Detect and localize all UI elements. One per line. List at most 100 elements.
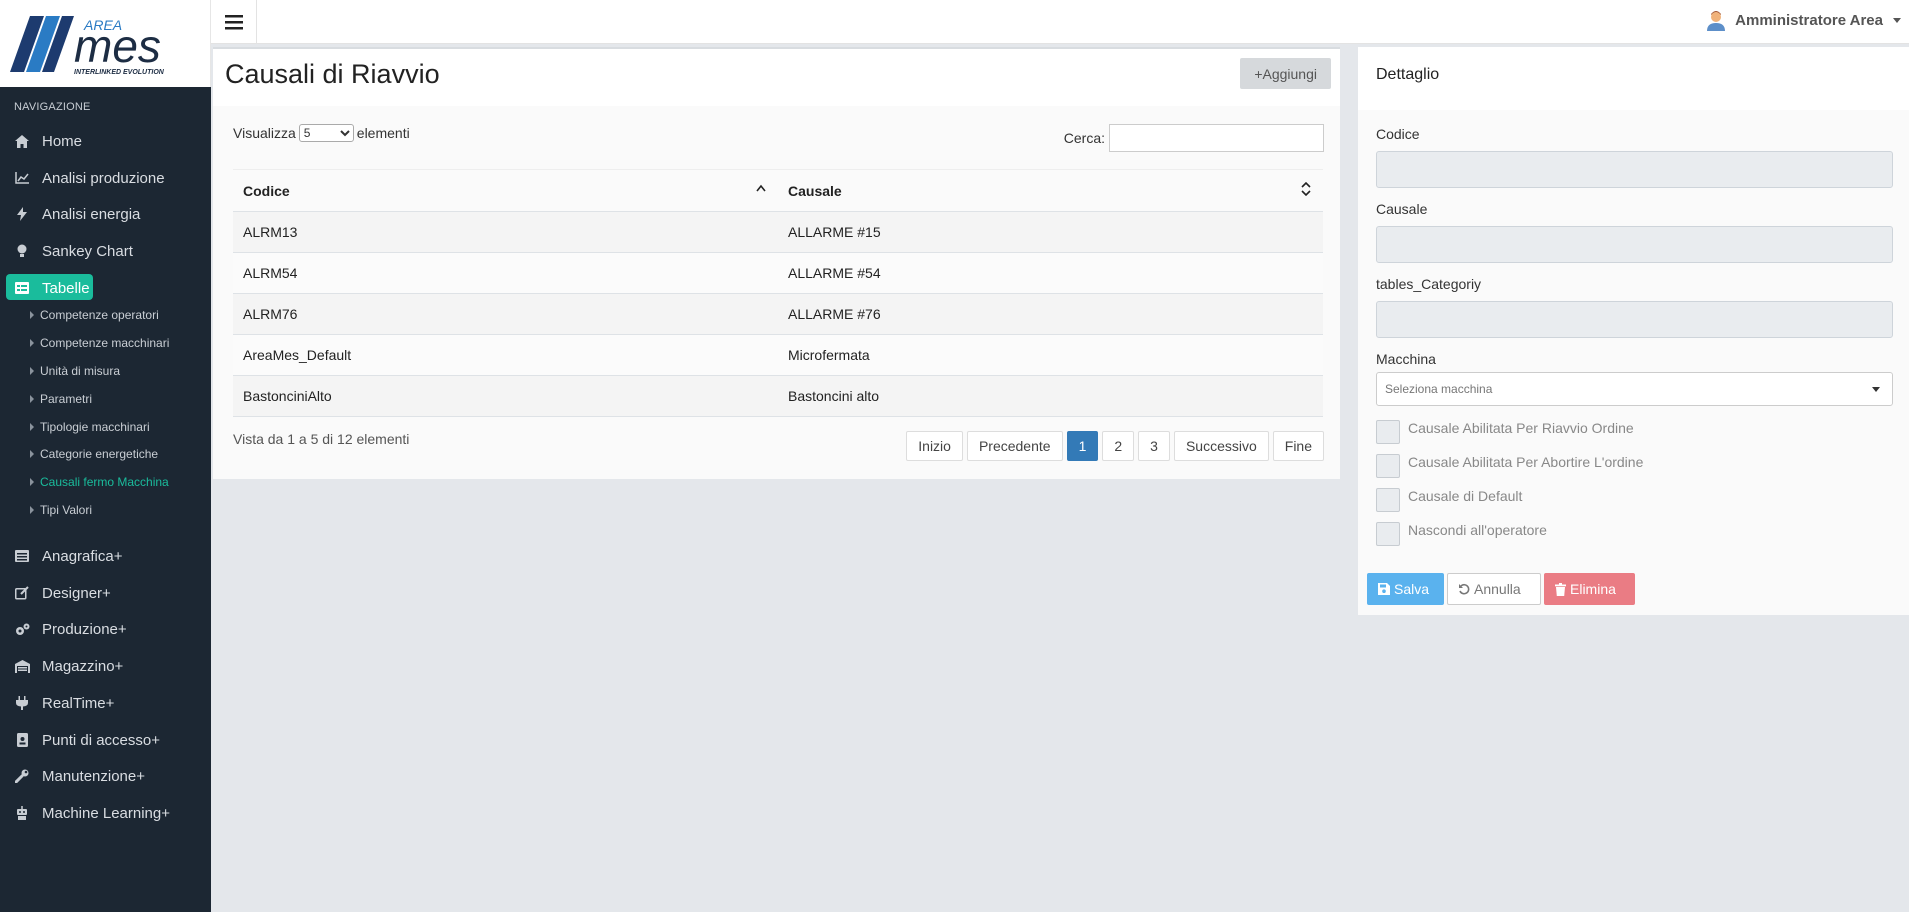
checkbox-label: Nascondi all'operatore: [1408, 522, 1547, 538]
sidebar-item-realtime[interactable]: RealTime+: [0, 688, 211, 718]
page-next-button[interactable]: Successivo: [1173, 431, 1269, 461]
sidebar-item-manutenzione[interactable]: Manutenzione+: [0, 761, 211, 791]
checkbox-default[interactable]: [1376, 488, 1400, 512]
cell-causale: Bastoncini alto: [778, 375, 1323, 417]
sidebar-item-sankey-chart[interactable]: Sankey Chart: [0, 236, 211, 266]
warehouse-icon: [14, 658, 30, 674]
page-first-button[interactable]: Inizio: [906, 431, 963, 461]
table-row[interactable]: BastonciniAlto Bastoncini alto: [233, 375, 1323, 417]
checkbox-riavvio-ordine[interactable]: [1376, 420, 1400, 444]
cancel-button[interactable]: Annulla: [1447, 573, 1541, 605]
main-panel: Causali di Riavvio +Aggiungi Visualizza …: [213, 47, 1340, 479]
codice-field[interactable]: [1376, 151, 1893, 188]
column-header-causale[interactable]: Causale: [778, 169, 1323, 212]
length-prefix: Visualizza: [233, 125, 296, 141]
save-button[interactable]: Salva: [1367, 573, 1444, 605]
checkbox-abortire-ordine[interactable]: [1376, 454, 1400, 478]
cell-causale: Microfermata: [778, 334, 1323, 376]
panel-header: Causali di Riavvio +Aggiungi: [213, 49, 1340, 106]
sidebar-item-analisi-energia[interactable]: Analisi energia: [0, 199, 211, 229]
lightbulb-icon: [14, 243, 30, 259]
pagination: Inizio Precedente 1 2 3 Successivo Fine: [902, 431, 1324, 461]
sidebar-item-machine-learning[interactable]: Machine Learning+: [0, 798, 211, 828]
line-chart-icon: [14, 170, 30, 186]
page-2-button[interactable]: 2: [1102, 431, 1135, 461]
sidebar-subitem-unita-di-misura[interactable]: Unità di misura: [30, 360, 120, 382]
sidebar-subitem-competenze-operatori[interactable]: Competenze operatori: [30, 304, 159, 326]
add-button[interactable]: +Aggiungi: [1240, 58, 1331, 89]
sort-both-icon: [1301, 182, 1311, 196]
page-length-select[interactable]: 5: [298, 124, 354, 142]
sidebar-item-produzione[interactable]: Produzione+: [0, 614, 211, 644]
page-last-button[interactable]: Fine: [1272, 431, 1324, 461]
checkbox-label: Causale di Default: [1408, 488, 1523, 504]
edit-icon: [14, 585, 30, 601]
length-suffix: elementi: [356, 125, 410, 141]
home-icon: [14, 133, 30, 149]
table-row[interactable]: ALRM13 ALLARME #15: [233, 211, 1323, 253]
delete-button[interactable]: Elimina: [1544, 573, 1635, 605]
wrench-icon: [14, 768, 30, 784]
causale-field[interactable]: [1376, 226, 1893, 263]
column-header-codice[interactable]: Codice: [233, 169, 778, 212]
page-prev-button[interactable]: Precedente: [966, 431, 1063, 461]
machine-select-placeholder: Seleziona macchina: [1385, 382, 1493, 396]
detail-panel: Dettaglio Codice Causale tables_Categori…: [1358, 47, 1909, 615]
sidebar-item-label: Anagrafica+: [42, 547, 123, 565]
chevron-down-icon: [1872, 387, 1880, 392]
sidebar-subitem-tipi-valori[interactable]: Tipi Valori: [30, 499, 92, 521]
sidebar-item-label: Tabelle: [42, 279, 90, 297]
sidebar-item-magazzino[interactable]: Magazzino+: [0, 651, 211, 681]
category-field[interactable]: [1376, 301, 1893, 338]
causale-label: Causale: [1376, 201, 1428, 217]
sidebar-subitem-tipologie-macchinari[interactable]: Tipologie macchinari: [30, 416, 150, 438]
topbar: Amministratore Area: [211, 0, 1909, 44]
sidebar-item-punti-di-accesso[interactable]: Punti di accesso+: [0, 725, 211, 755]
table-row[interactable]: ALRM54 ALLARME #54: [233, 252, 1323, 294]
page-3-button[interactable]: 3: [1138, 431, 1170, 461]
areames-logo-icon: AREA mes INTERLINKED EVOLUTION: [10, 16, 165, 76]
search-input[interactable]: [1109, 124, 1324, 152]
data-table: Codice Causale ALRM13 ALLARME #15 ALRM54 A…: [233, 169, 1323, 417]
machine-select[interactable]: Seleziona macchina: [1376, 372, 1893, 406]
user-menu[interactable]: Amministratore Area: [1705, 0, 1901, 40]
sidebar-subitem-causali-fermo-macchina[interactable]: Causali fermo Macchina: [30, 471, 169, 493]
cell-codice: ALRM13: [233, 211, 778, 253]
sidebar-item-home[interactable]: Home: [0, 126, 211, 156]
bolt-icon: [14, 206, 30, 222]
user-avatar-icon: [1707, 11, 1726, 31]
nav-section-title: NAVIGAZIONE: [14, 101, 91, 113]
sidebar-subitem-competenze-macchinari[interactable]: Competenze macchinari: [30, 332, 169, 354]
sidebar-item-label: Magazzino+: [42, 657, 124, 675]
floppy-disk-icon: [1378, 583, 1390, 595]
cell-causale: ALLARME #76: [778, 293, 1323, 335]
table-row[interactable]: AreaMes_Default Microfermata: [233, 334, 1323, 376]
table-info: Vista da 1 a 5 di 12 elementi: [233, 431, 410, 447]
checkbox-nascondi-operatore[interactable]: [1376, 522, 1400, 546]
sidebar-subitem-parametri[interactable]: Parametri: [30, 388, 92, 410]
search-control: Cerca:: [1064, 124, 1324, 152]
id-badge-icon: [14, 732, 30, 748]
logo[interactable]: AREA mes INTERLINKED EVOLUTION: [0, 0, 211, 87]
sidebar-item-label: RealTime+: [42, 694, 115, 712]
sidebar-item-designer[interactable]: Designer+: [0, 578, 211, 608]
codice-label: Codice: [1376, 126, 1420, 142]
sidebar-item-anagrafica[interactable]: Anagrafica+: [0, 541, 211, 571]
category-label: tables_Categoriy: [1376, 276, 1482, 292]
cell-codice: ALRM76: [233, 293, 778, 335]
chevron-down-icon: [1893, 17, 1901, 23]
cell-causale: ALLARME #54: [778, 252, 1323, 294]
search-label: Cerca:: [1063, 130, 1105, 146]
sidebar-item-analisi-produzione[interactable]: Analisi produzione: [0, 163, 211, 193]
logo-tagline: INTERLINKED EVOLUTION: [74, 69, 165, 76]
menu-toggle-button[interactable]: [211, 0, 257, 44]
sidebar-subitem-categorie-energetiche[interactable]: Categorie energetiche: [30, 443, 158, 465]
cell-causale: ALLARME #15: [778, 211, 1323, 253]
table-row[interactable]: ALRM76 ALLARME #76: [233, 293, 1323, 335]
user-name: Amministratore Area: [1735, 11, 1883, 29]
sidebar-item-label: Analisi energia: [42, 205, 141, 223]
sidebar-item-tabelle[interactable]: Tabelle: [0, 273, 211, 303]
page-1-button[interactable]: 1: [1066, 431, 1099, 461]
cell-codice: AreaMes_Default: [233, 334, 778, 376]
robot-icon: [14, 805, 30, 821]
